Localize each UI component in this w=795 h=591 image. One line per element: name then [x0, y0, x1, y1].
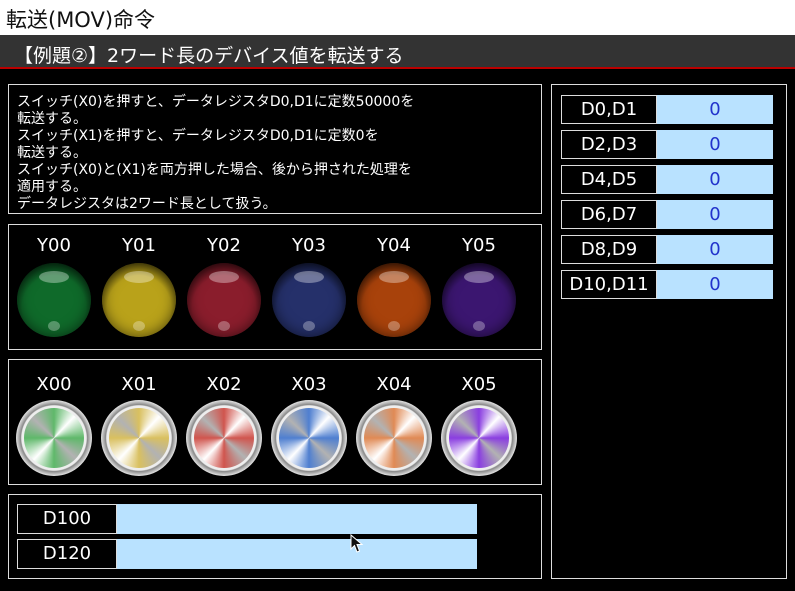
- description-panel: スイッチ(X0)を押すと、データレジスタD0,D1に定数50000を 転送する。…: [8, 84, 542, 214]
- switch-label-x02: X02: [206, 374, 242, 395]
- lamp-panel: Y00 Y01 Y02 Y03 Y04 Y05: [8, 224, 542, 350]
- switch-x01-face: [109, 408, 169, 468]
- lamp-y03-indicator: [272, 263, 346, 337]
- switch-x03-button[interactable]: [271, 400, 347, 476]
- example-title: 【例題②】2ワード長のデバイス値を転送する: [14, 45, 404, 67]
- d120-value-field[interactable]: [117, 539, 477, 569]
- lamp-y02-indicator: [187, 263, 261, 337]
- register-row: D8,D9 0: [561, 235, 773, 264]
- switch-x05-button[interactable]: [441, 400, 517, 476]
- window-title: 転送(MOV)命令: [6, 8, 156, 32]
- register-d6-d7-label: D6,D7: [561, 200, 657, 229]
- switch-x02-face: [194, 408, 254, 468]
- mouse-pointer-icon: [350, 534, 364, 553]
- switch-label-x00: X00: [36, 374, 72, 395]
- switch-x05-face: [449, 408, 509, 468]
- register-row: D0,D1 0: [561, 95, 773, 124]
- lamp-y00-indicator: [17, 263, 91, 337]
- lamp-label-y04: Y04: [377, 235, 411, 256]
- register-d0-d1-label: D0,D1: [561, 95, 657, 124]
- register-d6-d7-value: 0: [657, 200, 773, 229]
- lamp-label-y01: Y01: [122, 235, 156, 256]
- example-header: 【例題②】2ワード長のデバイス値を転送する: [0, 35, 795, 69]
- register-d0-d1-value: 0: [657, 95, 773, 124]
- switch-x00-face: [24, 408, 84, 468]
- register-d2-d3-value: 0: [657, 130, 773, 159]
- d100-label: D100: [17, 504, 117, 534]
- register-row: D10,D11 0: [561, 270, 773, 299]
- switch-x02-button[interactable]: [186, 400, 262, 476]
- register-d8-d9-value: 0: [657, 235, 773, 264]
- register-row: D2,D3 0: [561, 130, 773, 159]
- switch-label-x03: X03: [291, 374, 327, 395]
- switch-x00-button[interactable]: [16, 400, 92, 476]
- d100-value-field[interactable]: [117, 504, 477, 534]
- lamp-label-y00: Y00: [37, 235, 71, 256]
- d120-label: D120: [17, 539, 117, 569]
- d100-row: D100: [17, 504, 477, 534]
- lamp-y05-indicator: [442, 263, 516, 337]
- register-row: D6,D7 0: [561, 200, 773, 229]
- description-line: データレジスタは2ワード長として扱う。: [17, 196, 277, 212]
- register-d10-d11-value: 0: [657, 270, 773, 299]
- switch-label-x04: X04: [376, 374, 412, 395]
- register-d10-d11-label: D10,D11: [561, 270, 657, 299]
- switch-label-x01: X01: [121, 374, 157, 395]
- register-d2-d3-label: D2,D3: [561, 130, 657, 159]
- lamp-y04-indicator: [357, 263, 431, 337]
- switch-x04-face: [364, 408, 424, 468]
- lamp-label-y03: Y03: [292, 235, 326, 256]
- lamp-y01-indicator: [102, 263, 176, 337]
- register-panel: D0,D1 0 D2,D3 0 D4,D5 0 D6,D7 0 D8,D9 0 …: [551, 84, 787, 579]
- switch-x04-button[interactable]: [356, 400, 432, 476]
- switch-label-x05: X05: [461, 374, 497, 395]
- lamp-label-y02: Y02: [207, 235, 241, 256]
- d120-row: D120: [17, 539, 477, 569]
- lamp-label-y05: Y05: [462, 235, 496, 256]
- register-d4-d5-value: 0: [657, 165, 773, 194]
- register-d4-d5-label: D4,D5: [561, 165, 657, 194]
- data-input-panel: D100 D120: [8, 494, 542, 579]
- register-row: D4,D5 0: [561, 165, 773, 194]
- switch-x01-button[interactable]: [101, 400, 177, 476]
- switch-x03-face: [279, 408, 339, 468]
- register-d8-d9-label: D8,D9: [561, 235, 657, 264]
- title-bar: 転送(MOV)命令: [0, 0, 795, 35]
- switch-panel: X00 X01 X02 X03 X04 X05: [8, 359, 542, 485]
